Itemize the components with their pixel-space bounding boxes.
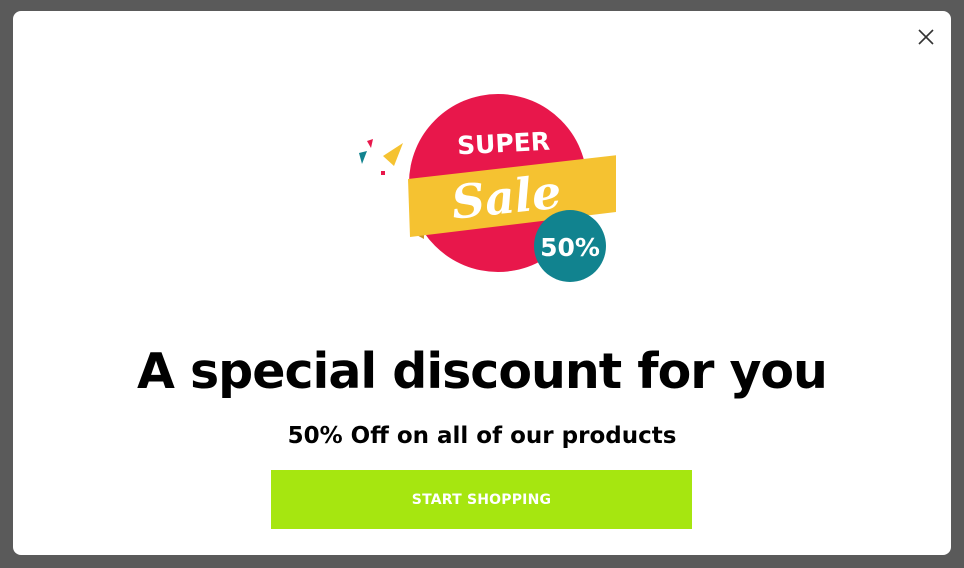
headline: A special discount for you [137,343,828,400]
subheadline: 50% Off on all of our products [287,423,677,449]
promo-modal: SUPER Sale 50% A special discount for yo… [13,11,951,555]
confetti-shape [381,171,385,175]
badge-text: 50% [540,233,600,262]
confetti-shape [383,143,403,166]
super-sale-graphic: SUPER Sale 50% [356,89,616,289]
confetti-shape [367,139,373,148]
start-shopping-button[interactable]: START SHOPPING [271,470,692,529]
close-icon [918,29,934,45]
close-button[interactable] [915,26,937,48]
super-text: SUPER [456,127,550,161]
confetti-shape [359,151,367,164]
